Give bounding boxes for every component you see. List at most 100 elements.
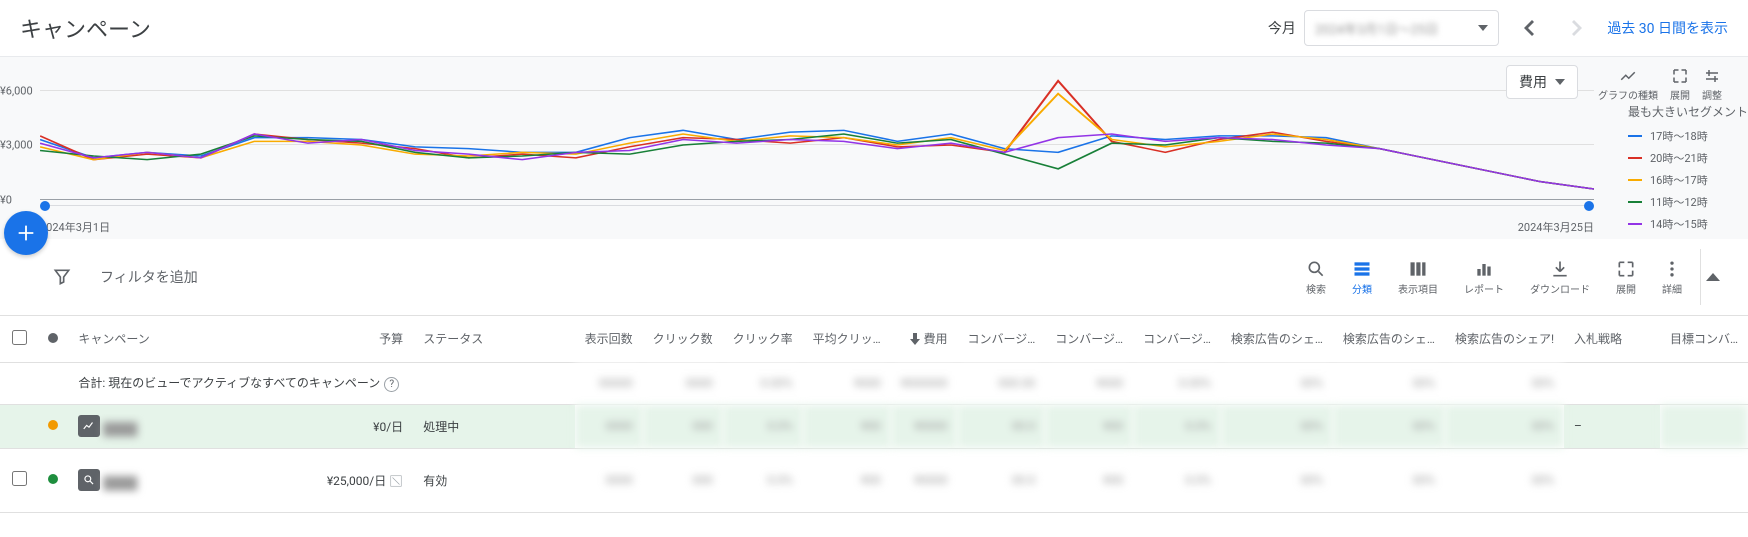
table-row[interactable]: ████ ¥25,000/日 有効 0000 000 0.0% ¥00 ¥000… (0, 448, 1748, 512)
legend-item[interactable]: 14時～15時 (1628, 216, 1748, 232)
summary-label: 合計: 現在のビューでアクティブなすべてのキャンペーン (78, 376, 380, 390)
chart-plot (40, 69, 1594, 199)
summary-cell: 00% (1333, 362, 1445, 404)
campaigns-table: キャンペーン 予算 ステータス 表示回数 クリック数 クリック率 平均クリッ… … (0, 316, 1748, 513)
filter-icon[interactable] (52, 267, 72, 287)
date-range-picker[interactable]: 2024年3月1日～25日 (1304, 10, 1499, 46)
download-button[interactable]: ダウンロード (1522, 259, 1598, 296)
expand-icon (1616, 259, 1636, 279)
budget-cell[interactable]: ¥25,000/日 (277, 448, 413, 512)
col-conv3[interactable]: コンバージ… (1133, 316, 1221, 362)
chart-adjust-button[interactable]: 調整 (1700, 65, 1724, 104)
col-sis2[interactable]: 検索広告のシェ… (1333, 316, 1445, 362)
tool-label: 分類 (1352, 281, 1372, 296)
y-tick: ¥6,000 (0, 84, 33, 97)
legend-swatch (1628, 157, 1642, 159)
col-budget[interactable]: 予算 (277, 316, 413, 362)
chart-expand-label: 展開 (1670, 87, 1690, 102)
legend-item[interactable]: 20時～21時 (1628, 150, 1748, 166)
legend-label: 20時～21時 (1650, 150, 1708, 166)
month-label: 今月 (1268, 18, 1296, 38)
chart-expand-button[interactable]: 展開 (1668, 65, 1692, 104)
range-slider[interactable] (40, 205, 1594, 213)
chart-canvas: ¥6,000 ¥3,000 ¥0 (40, 69, 1594, 199)
help-icon[interactable]: ? (384, 377, 399, 392)
col-conv2[interactable]: コンバージ… (1045, 316, 1133, 362)
metric-cell: 00% (1221, 404, 1333, 448)
range-handle-start[interactable] (40, 201, 50, 211)
row-checkbox[interactable] (12, 471, 27, 486)
col-impr[interactable]: 表示回数 (575, 316, 643, 362)
collapse-panel-button[interactable] (1700, 249, 1724, 305)
chart-type-button[interactable]: グラフの種類 (1596, 65, 1660, 104)
metric-cell: ¥0000 (891, 404, 958, 448)
dropdown-icon (1478, 25, 1488, 31)
legend-item[interactable]: 16時～17時 (1628, 172, 1748, 188)
col-target[interactable]: 目標コンバ… (1660, 316, 1748, 362)
legend-item[interactable]: 11時～12時 (1628, 194, 1748, 210)
campaign-name[interactable]: ████ (103, 476, 137, 490)
add-campaign-fab[interactable] (4, 211, 48, 255)
metric-cell: ¥00 (803, 448, 891, 512)
summary-cell: 00% (1221, 362, 1333, 404)
col-conv1[interactable]: コンバージ… (957, 316, 1045, 362)
line-chart-icon (1619, 67, 1637, 85)
col-campaign[interactable]: キャンペーン (68, 316, 277, 362)
last-30-days-link[interactable]: 過去 30 日間を表示 (1607, 18, 1728, 38)
status-cell: 有効 (413, 448, 574, 512)
metric-cell: 00.0 (957, 448, 1045, 512)
table-row[interactable]: ████ ¥0/日 処理中 0000 000 0.0% ¥00 ¥0000 00… (0, 404, 1748, 448)
col-ctr[interactable]: クリック率 (723, 316, 803, 362)
download-icon (1550, 259, 1570, 279)
bid-cell: – (1564, 404, 1660, 448)
more-button[interactable]: 詳細 (1654, 259, 1690, 296)
legend-title: 最も大きいセグメント (1628, 103, 1748, 120)
col-bid[interactable]: 入札戦略 (1564, 316, 1660, 362)
tool-label: レポート (1464, 281, 1504, 296)
metric-cell: 0000 (575, 404, 643, 448)
metric-cell (1660, 404, 1748, 448)
metric-cell: ¥0000 (891, 448, 958, 512)
status-dot (48, 420, 58, 430)
metric-cell: 00% (1445, 448, 1564, 512)
summary-cell: ¥000000 (891, 362, 958, 404)
metric-cell: 000 (643, 404, 723, 448)
y-tick: ¥0 (0, 194, 12, 207)
range-handle-end[interactable] (1584, 201, 1594, 211)
adjust-icon (1703, 67, 1721, 85)
legend-label: 16時～17時 (1650, 172, 1708, 188)
budget-cell[interactable]: ¥0/日 (277, 404, 413, 448)
summary-cell: ¥000 (803, 362, 891, 404)
segment-button[interactable]: 分類 (1344, 259, 1380, 296)
col-status[interactable]: ステータス (413, 316, 574, 362)
legend-label: 11時～12時 (1650, 194, 1708, 210)
status-header-icon (48, 333, 58, 343)
metric-cell: 0.0% (1133, 448, 1221, 512)
metric-dropdown[interactable]: 費用 (1506, 65, 1578, 99)
col-clicks[interactable]: クリック数 (643, 316, 723, 362)
legend-item[interactable]: 17時～18時 (1628, 128, 1748, 144)
columns-button[interactable]: 表示項目 (1390, 259, 1446, 296)
metric-cell: ¥00 (1045, 404, 1133, 448)
next-period-button (1559, 10, 1595, 46)
reports-button[interactable]: レポート (1456, 259, 1512, 296)
col-sis1[interactable]: 検索広告のシェ… (1221, 316, 1333, 362)
campaign-name[interactable]: ████ (103, 422, 137, 436)
bid-cell (1564, 448, 1660, 512)
col-sis3[interactable]: 検索広告のシェア! (1445, 316, 1564, 362)
expand-button[interactable]: 展開 (1608, 259, 1644, 296)
prev-period-button[interactable] (1511, 10, 1547, 46)
metric-cell: 0000 (575, 448, 643, 512)
select-all-checkbox[interactable] (12, 330, 27, 345)
tool-label: 展開 (1616, 281, 1636, 296)
segment-icon (1352, 259, 1372, 279)
col-avgcpc[interactable]: 平均クリッ… (803, 316, 891, 362)
col-cost[interactable]: 費用 (891, 316, 958, 362)
summary-cell: 0.00% (723, 362, 803, 404)
search-button[interactable]: 検索 (1298, 259, 1334, 296)
legend-label: 14時～15時 (1650, 216, 1708, 232)
x-axis-end: 2024年3月25日 (1518, 219, 1594, 235)
reports-icon (1474, 259, 1494, 279)
add-filter-button[interactable]: フィルタを追加 (100, 267, 198, 287)
legend-swatch (1628, 201, 1642, 203)
